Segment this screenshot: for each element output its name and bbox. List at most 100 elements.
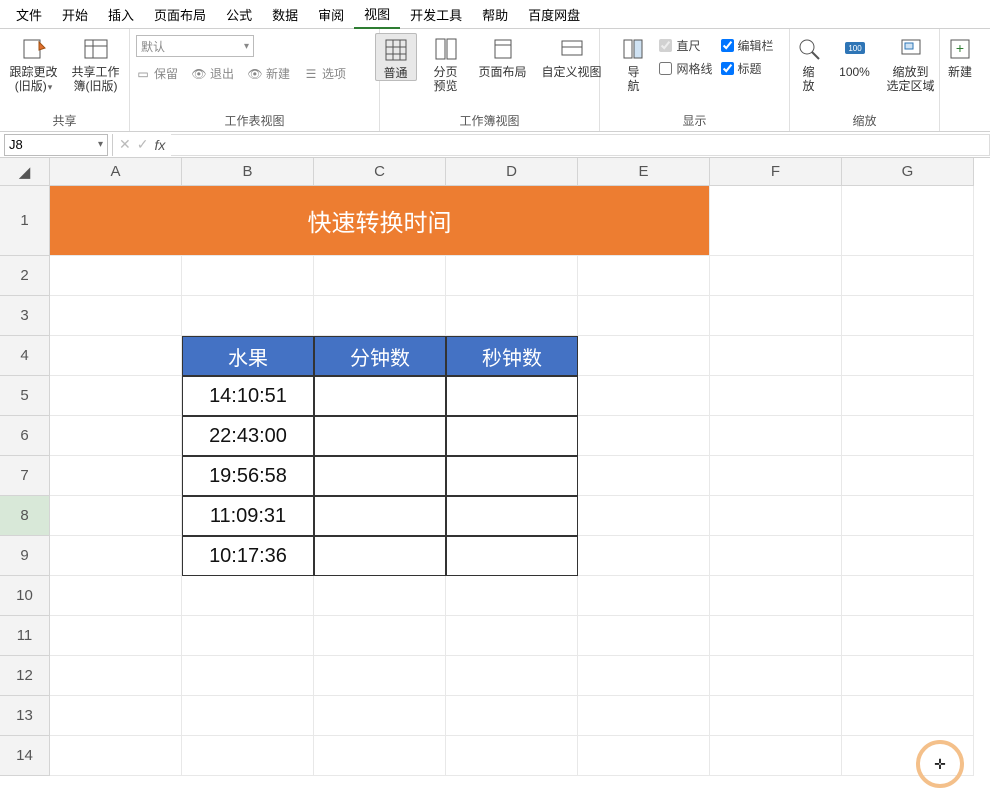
share-workbook-button[interactable]: 共享工作簿(旧版) [69,33,123,93]
cell[interactable] [842,336,974,376]
menu-insert[interactable]: 插入 [98,1,144,28]
cell[interactable] [446,296,578,336]
cell[interactable] [842,696,974,736]
cell[interactable] [446,696,578,736]
table-cell[interactable] [446,536,578,576]
row-header-11[interactable]: 11 [0,616,50,656]
row-header-9[interactable]: 9 [0,536,50,576]
cell[interactable] [710,616,842,656]
cell[interactable] [842,496,974,536]
cell[interactable] [182,696,314,736]
cell[interactable] [314,616,446,656]
menu-file[interactable]: 文件 [6,1,52,28]
formulabar-checkbox[interactable]: 编辑栏 [721,37,774,54]
row-header-7[interactable]: 7 [0,456,50,496]
cell[interactable] [182,296,314,336]
menu-home[interactable]: 开始 [52,1,98,28]
menu-devtools[interactable]: 开发工具 [400,1,472,28]
pagelayout-view-button[interactable]: 页面布局 [475,33,531,79]
new-window-button[interactable]: + 新建 [943,33,977,79]
navigation-button[interactable]: 导航 [615,33,651,93]
cell[interactable] [842,186,974,256]
cell[interactable] [578,376,710,416]
table-cell[interactable]: 22:43:00 [182,416,314,456]
table-cell[interactable]: 14:10:51 [182,376,314,416]
cell[interactable] [578,336,710,376]
zoom-button[interactable]: 缩放 [791,33,827,93]
name-box[interactable]: J8▾ [4,134,108,156]
cell[interactable] [182,736,314,776]
cell[interactable] [710,186,842,256]
cell[interactable] [710,536,842,576]
cell[interactable] [578,616,710,656]
table-cell[interactable]: 19:56:58 [182,456,314,496]
spreadsheet-grid[interactable]: ◢ A B C D E F G 1 快速转换时间 2 3 4 水果 分钟数 秒钟… [0,158,990,776]
menu-help[interactable]: 帮助 [472,1,518,28]
fx-icon[interactable]: fx [154,137,165,153]
pagebreak-preview-button[interactable]: 分页预览 [425,33,467,93]
row-header-8[interactable]: 8 [0,496,50,536]
table-cell[interactable] [314,376,446,416]
cell[interactable] [50,296,182,336]
cell[interactable] [446,656,578,696]
cell[interactable] [182,616,314,656]
cell[interactable] [446,256,578,296]
table-cell[interactable] [446,376,578,416]
cell[interactable] [578,296,710,336]
table-cell[interactable] [314,496,446,536]
cell[interactable] [842,296,974,336]
row-header-13[interactable]: 13 [0,696,50,736]
col-header-c[interactable]: C [314,158,446,186]
menu-data[interactable]: 数据 [262,1,308,28]
cell[interactable] [842,416,974,456]
row-header-2[interactable]: 2 [0,256,50,296]
table-cell[interactable] [314,456,446,496]
table-cell[interactable] [446,416,578,456]
cell[interactable] [710,416,842,456]
table-header[interactable]: 秒钟数 [446,336,578,376]
row-header-12[interactable]: 12 [0,656,50,696]
col-header-d[interactable]: D [446,158,578,186]
cell[interactable] [710,336,842,376]
table-cell[interactable] [446,456,578,496]
sheetview-combo[interactable]: 默认▾ [136,35,254,57]
formula-input[interactable] [171,134,990,156]
row-header-10[interactable]: 10 [0,576,50,616]
cell[interactable] [710,576,842,616]
track-changes-button[interactable]: 跟踪更改(旧版) [7,33,61,94]
cell[interactable] [50,696,182,736]
cell[interactable] [50,416,182,456]
cell[interactable] [710,296,842,336]
cell[interactable] [50,736,182,776]
row-header-1[interactable]: 1 [0,186,50,256]
cell[interactable] [710,456,842,496]
col-header-a[interactable]: A [50,158,182,186]
cell[interactable] [314,576,446,616]
col-header-b[interactable]: B [182,158,314,186]
cell[interactable] [314,296,446,336]
row-header-14[interactable]: 14 [0,736,50,776]
cell[interactable] [842,376,974,416]
col-header-g[interactable]: G [842,158,974,186]
row-header-6[interactable]: 6 [0,416,50,456]
cell[interactable] [314,656,446,696]
cancel-formula-icon[interactable]: ✕ [119,136,131,153]
cell[interactable] [50,576,182,616]
menu-baidudisk[interactable]: 百度网盘 [518,1,590,28]
cell[interactable] [842,576,974,616]
gridlines-checkbox[interactable]: 网格线 [659,60,712,77]
normal-view-button[interactable]: 普通 [375,33,417,81]
cell[interactable] [50,256,182,296]
menu-view[interactable]: 视图 [354,0,400,29]
row-header-5[interactable]: 5 [0,376,50,416]
cell[interactable] [578,496,710,536]
cell[interactable] [182,256,314,296]
cell[interactable] [578,576,710,616]
cell[interactable] [182,576,314,616]
cell[interactable] [50,456,182,496]
zoom-selection-button[interactable]: 缩放到选定区域 [883,33,939,93]
zoom-100-button[interactable]: 100 100% [835,33,875,79]
cell[interactable] [842,536,974,576]
table-header[interactable]: 水果 [182,336,314,376]
cell[interactable] [710,376,842,416]
